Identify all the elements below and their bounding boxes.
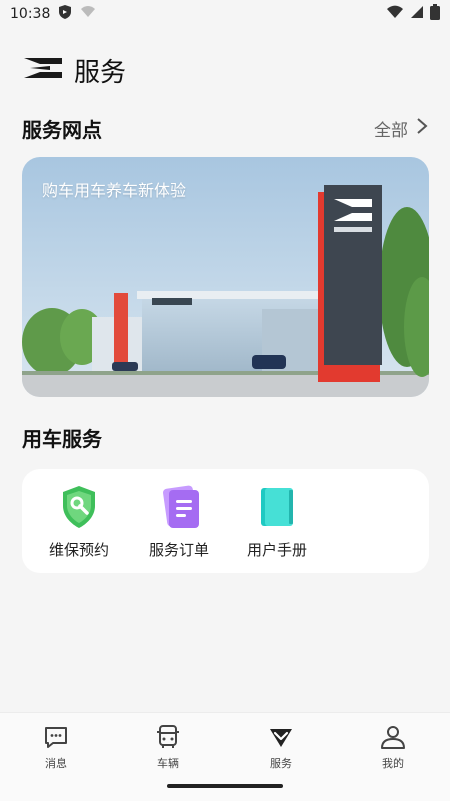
status-time: 10:38 (10, 6, 51, 22)
page-title: 服务 (74, 57, 127, 88)
outlets-section-title: 服务网点 (22, 118, 102, 142)
nav-label: 服务 (270, 757, 292, 770)
maintenance-shield-icon (55, 483, 103, 531)
outlet-banner[interactable]: 购车用车养车新体验 (22, 157, 429, 397)
maintenance-booking-item[interactable]: 维保预约 (32, 483, 126, 563)
wifi-icon (386, 5, 404, 23)
service-icon (267, 723, 295, 751)
shield-status-icon (58, 4, 72, 24)
see-all-outlets-link[interactable]: 全部 (374, 114, 428, 142)
status-right (386, 4, 440, 24)
service-label: 服务订单 (148, 541, 209, 559)
nav-label: 消息 (45, 757, 67, 770)
nav-item-service[interactable]: 服务 (236, 723, 326, 779)
home-indicator[interactable] (167, 784, 283, 788)
see-all-label: 全部 (374, 120, 408, 141)
nav-item-messages[interactable]: 消息 (11, 723, 101, 779)
service-label: 维保预约 (48, 541, 109, 559)
banner-slogan: 购车用车养车新体验 (42, 181, 187, 200)
service-orders-item[interactable]: 服务订单 (132, 483, 226, 563)
vehicle-services-card: 维保预约 服务订单 用户手册 (22, 469, 429, 573)
nav-item-profile[interactable]: 我的 (348, 723, 438, 779)
nav-label: 我的 (382, 757, 404, 770)
wifi-off-status-icon (80, 5, 96, 23)
user-manual-item[interactable]: 用户手册 (230, 483, 324, 563)
vehicle-services-section-title: 用车服务 (22, 427, 102, 451)
nav-item-vehicle[interactable]: 车辆 (123, 723, 213, 779)
message-icon (42, 723, 70, 751)
cellular-signal-icon (410, 5, 424, 23)
page-header: 服务 (22, 52, 126, 88)
service-order-icon (155, 483, 203, 531)
nav-label: 车辆 (157, 757, 179, 770)
status-left: 10:38 (10, 4, 96, 24)
battery-icon (430, 4, 440, 24)
profile-icon (379, 723, 407, 751)
user-manual-icon (253, 483, 301, 531)
service-label: 用户手册 (246, 541, 307, 559)
brand-logo-icon (22, 56, 64, 84)
status-bar: 10:38 (0, 0, 450, 28)
chevron-right-icon (416, 117, 428, 140)
car-icon (154, 723, 182, 751)
